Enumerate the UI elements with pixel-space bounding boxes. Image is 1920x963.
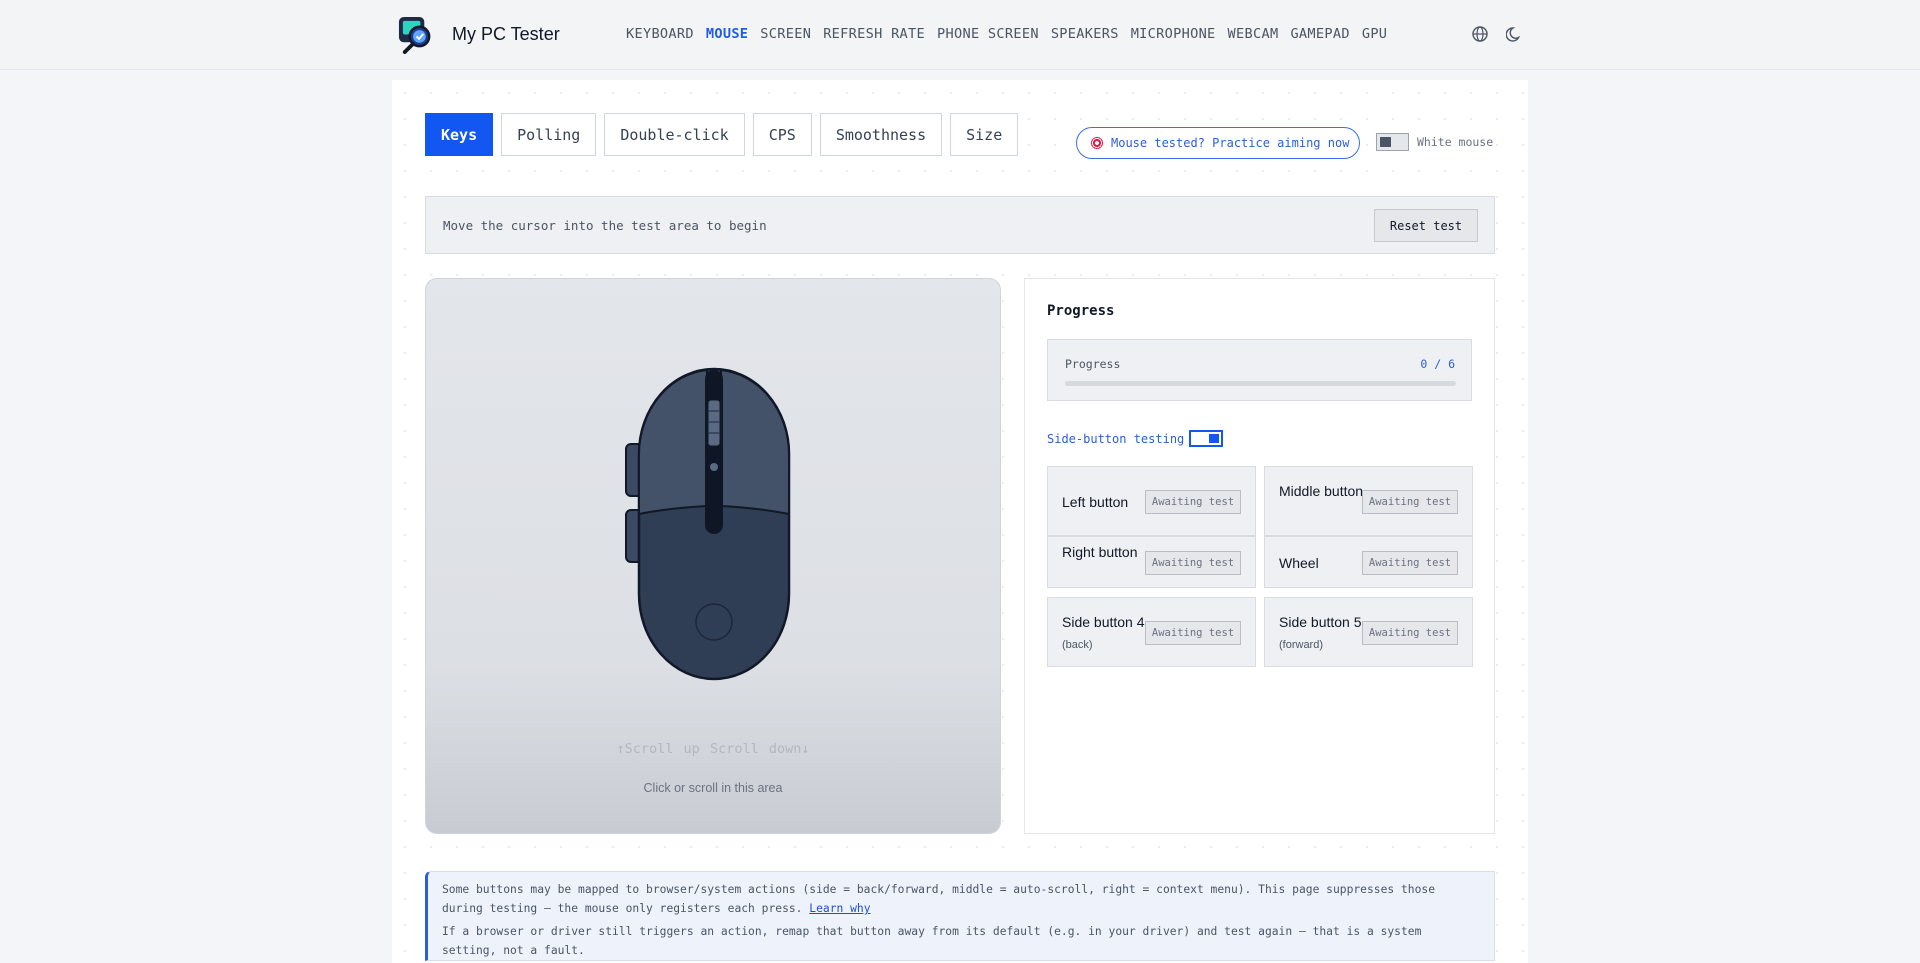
nav-keyboard[interactable]: KEYBOARD: [626, 26, 694, 42]
notice-line-1: Some buttons may be mapped to browser/sy…: [442, 880, 1480, 918]
button-status-middle-button: Middle button Awaiting test: [1264, 466, 1473, 536]
tab-keys[interactable]: Keys: [425, 113, 494, 156]
practice-link-text: Mouse tested? Practice aiming now: [1111, 136, 1350, 150]
nav-mouse[interactable]: MOUSE: [706, 26, 748, 42]
notice-line-2: If a browser or driver still triggers an…: [442, 925, 1422, 957]
white-mouse-label: White mouse: [1417, 135, 1494, 149]
button-name: Right button: [1062, 544, 1138, 560]
tab-double-click[interactable]: Double-click: [604, 113, 745, 156]
tab-size[interactable]: Size: [950, 113, 1019, 156]
tab-polling[interactable]: Polling: [501, 113, 597, 156]
button-status-badge: Awaiting test: [1362, 621, 1458, 645]
test-area-hint: Click or scroll in this area: [643, 781, 783, 795]
learn-why-link[interactable]: Learn why: [809, 902, 870, 915]
button-label: Right button: [1062, 542, 1152, 563]
nav-screen[interactable]: SCREEN: [760, 26, 811, 42]
target-icon: [1091, 137, 1103, 149]
progress-count: 0 / 6: [1420, 357, 1455, 371]
nav-webcam[interactable]: WEBCAM: [1228, 26, 1279, 42]
button-status-badge: Awaiting test: [1362, 551, 1458, 575]
tab-smoothness[interactable]: Smoothness: [819, 113, 943, 156]
nav-gamepad[interactable]: GAMEPAD: [1290, 26, 1349, 42]
side-button-testing-toggle[interactable]: [1189, 430, 1223, 447]
button-name: Middle button: [1279, 483, 1364, 499]
progress-box: Progress 0 / 6: [1047, 339, 1472, 401]
button-note: (forward): [1279, 639, 1324, 651]
status-message: Move the cursor into the test area to be…: [443, 218, 767, 233]
main-card: Keys Polling Double-click CPS Smoothness Size…: [392, 80, 1528, 963]
button-name: Side button 5: [1279, 614, 1362, 630]
info-notice: Some buttons may be mapped to browser/sy…: [425, 871, 1495, 961]
white-mouse-toggle[interactable]: [1376, 133, 1409, 151]
wheel-shape[interactable]: [707, 399, 721, 447]
button-status-side-button-4: Side button 4 (back) Awaiting test: [1047, 597, 1256, 667]
mouse-illustration: [625, 367, 791, 681]
button-label: Side button 5 (forward): [1279, 612, 1374, 656]
nav-refresh-rate[interactable]: REFRESH RATE: [823, 26, 925, 42]
dpi-button-shape: [710, 463, 718, 471]
right-button-shape[interactable]: [720, 368, 790, 516]
button-status-wheel: Wheel Awaiting test: [1264, 536, 1473, 588]
button-label: Side button 4 (back): [1062, 612, 1152, 656]
nav-gpu[interactable]: GPU: [1362, 26, 1387, 42]
palm-logo-shape: [695, 603, 733, 641]
button-name: Wheel: [1279, 554, 1319, 571]
left-button-shape[interactable]: [638, 368, 708, 516]
mouse-test-area[interactable]: ↑Scroll up Scroll down↓ Click or scroll …: [425, 278, 1001, 834]
button-status-badge: Awaiting test: [1145, 551, 1241, 575]
button-name: Side button 4: [1062, 614, 1145, 630]
side-button-testing-label: Side-button testing: [1047, 432, 1185, 446]
button-name: Left button: [1062, 493, 1129, 510]
moon-icon[interactable]: [1506, 25, 1524, 43]
scroll-up-hint: ↑Scroll up: [616, 741, 700, 757]
logo-icon[interactable]: [397, 15, 436, 54]
progress-track: [1065, 381, 1456, 386]
button-status-badge: Awaiting test: [1145, 621, 1241, 645]
notice-text-1: Some buttons may be mapped to browser/sy…: [442, 883, 1435, 915]
scroll-hints: ↑Scroll up Scroll down↓: [426, 741, 1000, 757]
tab-cps[interactable]: CPS: [752, 113, 812, 156]
button-note: (back): [1062, 639, 1093, 651]
progress-title: Progress: [1047, 303, 1115, 319]
nav-speakers[interactable]: SPEAKERS: [1051, 26, 1119, 42]
button-status-badge: Awaiting test: [1362, 490, 1458, 514]
scroll-down-hint: Scroll down↓: [709, 741, 810, 757]
test-tabs: Keys Polling Double-click CPS Smoothness Size: [425, 113, 1019, 156]
button-label: Wheel: [1279, 553, 1369, 574]
button-status-left-button: Left button Awaiting test: [1047, 466, 1256, 536]
progress-panel: Progress Progress 0 / 6 Side-button test…: [1024, 278, 1495, 834]
button-status-right-button: Right button Awaiting test: [1047, 536, 1256, 588]
nav-microphone[interactable]: MICROPHONE: [1131, 26, 1216, 42]
globe-icon[interactable]: [1471, 25, 1489, 43]
toggle-knob: [1380, 137, 1391, 147]
button-label: Middle button: [1279, 481, 1369, 502]
middle-button-shape[interactable]: [705, 370, 723, 534]
button-status-side-button-5: Side button 5 (forward) Awaiting test: [1264, 597, 1473, 667]
toggle-knob: [1209, 434, 1219, 443]
practice-aiming-link[interactable]: Mouse tested? Practice aiming now: [1076, 127, 1360, 159]
main-nav: KEYBOARD MOUSE SCREEN REFRESH RATE PHONE SCR…: [626, 26, 1399, 42]
brand-name[interactable]: My PC Tester: [452, 24, 560, 45]
progress-label: Progress: [1065, 357, 1121, 371]
button-label: Left button: [1062, 492, 1152, 513]
button-status-badge: Awaiting test: [1145, 490, 1241, 514]
site-header: My PC Tester KEYBOARD MOUSE SCREEN REFRESH …: [0, 0, 1920, 70]
nav-phone-screen[interactable]: PHONE SCREEN: [937, 26, 1039, 42]
status-bar: Move the cursor into the test area to be…: [425, 196, 1495, 254]
reset-test-button[interactable]: Reset test: [1374, 209, 1478, 242]
